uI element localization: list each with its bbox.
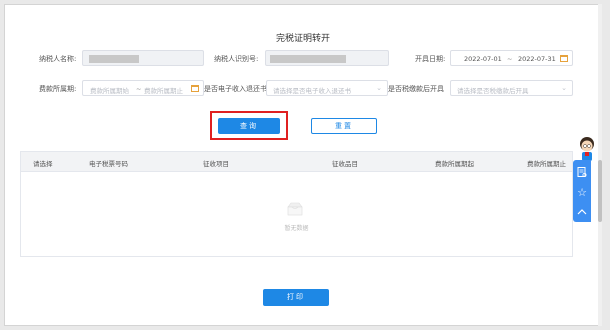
open-date-start: 2022-07-01 [464, 55, 502, 63]
scrollbar-thumb[interactable] [598, 160, 602, 222]
e-refund-label: 是否电子收入退还书 [204, 85, 267, 93]
redacted-mask [89, 55, 139, 63]
pay-later-placeholder: 请选择是否税缴款后开具 [457, 87, 529, 95]
open-date-label: 开具日期: [415, 55, 446, 63]
pay-later-select[interactable]: 请选择是否税缴款后开具 ⌄ [450, 80, 573, 96]
results-table: 请选择 电子税票号码 征收项目 征收品目 费款所属期起 费款所属期止 暂无数据 [20, 151, 573, 257]
document-icon[interactable] [573, 162, 591, 182]
mascot-avatar-icon[interactable] [577, 136, 597, 162]
period-separator: ~ [136, 85, 142, 93]
taxpayer-name-label: 纳税人名称: [39, 55, 77, 63]
column-header-select[interactable]: 请选择 [33, 158, 53, 168]
print-button[interactable]: 打印 [263, 289, 329, 306]
empty-box-icon [287, 202, 303, 216]
redacted-mask [270, 55, 346, 63]
column-header-period-end: 费款所属期止 [527, 160, 566, 168]
column-header-ticket-number: 电子税票号码 [89, 160, 128, 168]
open-date-separator: ~ [507, 55, 513, 63]
period-range-picker[interactable]: 费款所属期始 ~ 费款所属期止 [82, 80, 204, 96]
period-start-placeholder: 费款所属期始 [90, 87, 129, 95]
calendar-icon[interactable] [191, 85, 199, 92]
open-date-range-picker[interactable]: 2022-07-01 ~ 2022-07-31 [450, 50, 573, 66]
chevron-down-icon: ⌄ [376, 84, 382, 92]
open-date-end: 2022-07-31 [518, 55, 556, 63]
reset-button[interactable]: 重置 [311, 118, 377, 134]
period-end-placeholder: 费款所属期止 [144, 87, 183, 95]
taxpayer-id-label: 纳税人识别号: [214, 55, 259, 63]
table-header: 请选择 电子税票号码 征收项目 征收品目 费款所属期起 费款所属期止 [21, 152, 572, 172]
page-title: 完税证明转开 [275, 34, 330, 44]
star-icon[interactable]: ☆ [573, 182, 591, 202]
chevron-up-icon[interactable] [573, 202, 591, 222]
side-toolbar: ☆ [573, 160, 591, 222]
pay-later-label: 是否税缴款后开具 [388, 85, 444, 93]
column-header-levy-item: 征收项目 [203, 160, 229, 168]
e-refund-select[interactable]: 请选择是否电子收入退还书 ⌄ [266, 80, 388, 96]
column-header-levy-subitem: 征收品目 [332, 160, 358, 168]
taxpayer-name-field[interactable] [82, 50, 204, 66]
empty-state-text: 暂无数据 [284, 225, 309, 232]
column-header-period-start: 费款所属期起 [435, 160, 474, 168]
taxpayer-id-field[interactable] [265, 50, 389, 66]
query-button[interactable]: 查询 [218, 118, 280, 134]
e-refund-placeholder: 请选择是否电子收入退还书 [273, 87, 351, 95]
calendar-icon[interactable] [560, 55, 568, 62]
chevron-down-icon: ⌄ [561, 84, 567, 92]
period-label: 费款所属期: [39, 85, 77, 93]
